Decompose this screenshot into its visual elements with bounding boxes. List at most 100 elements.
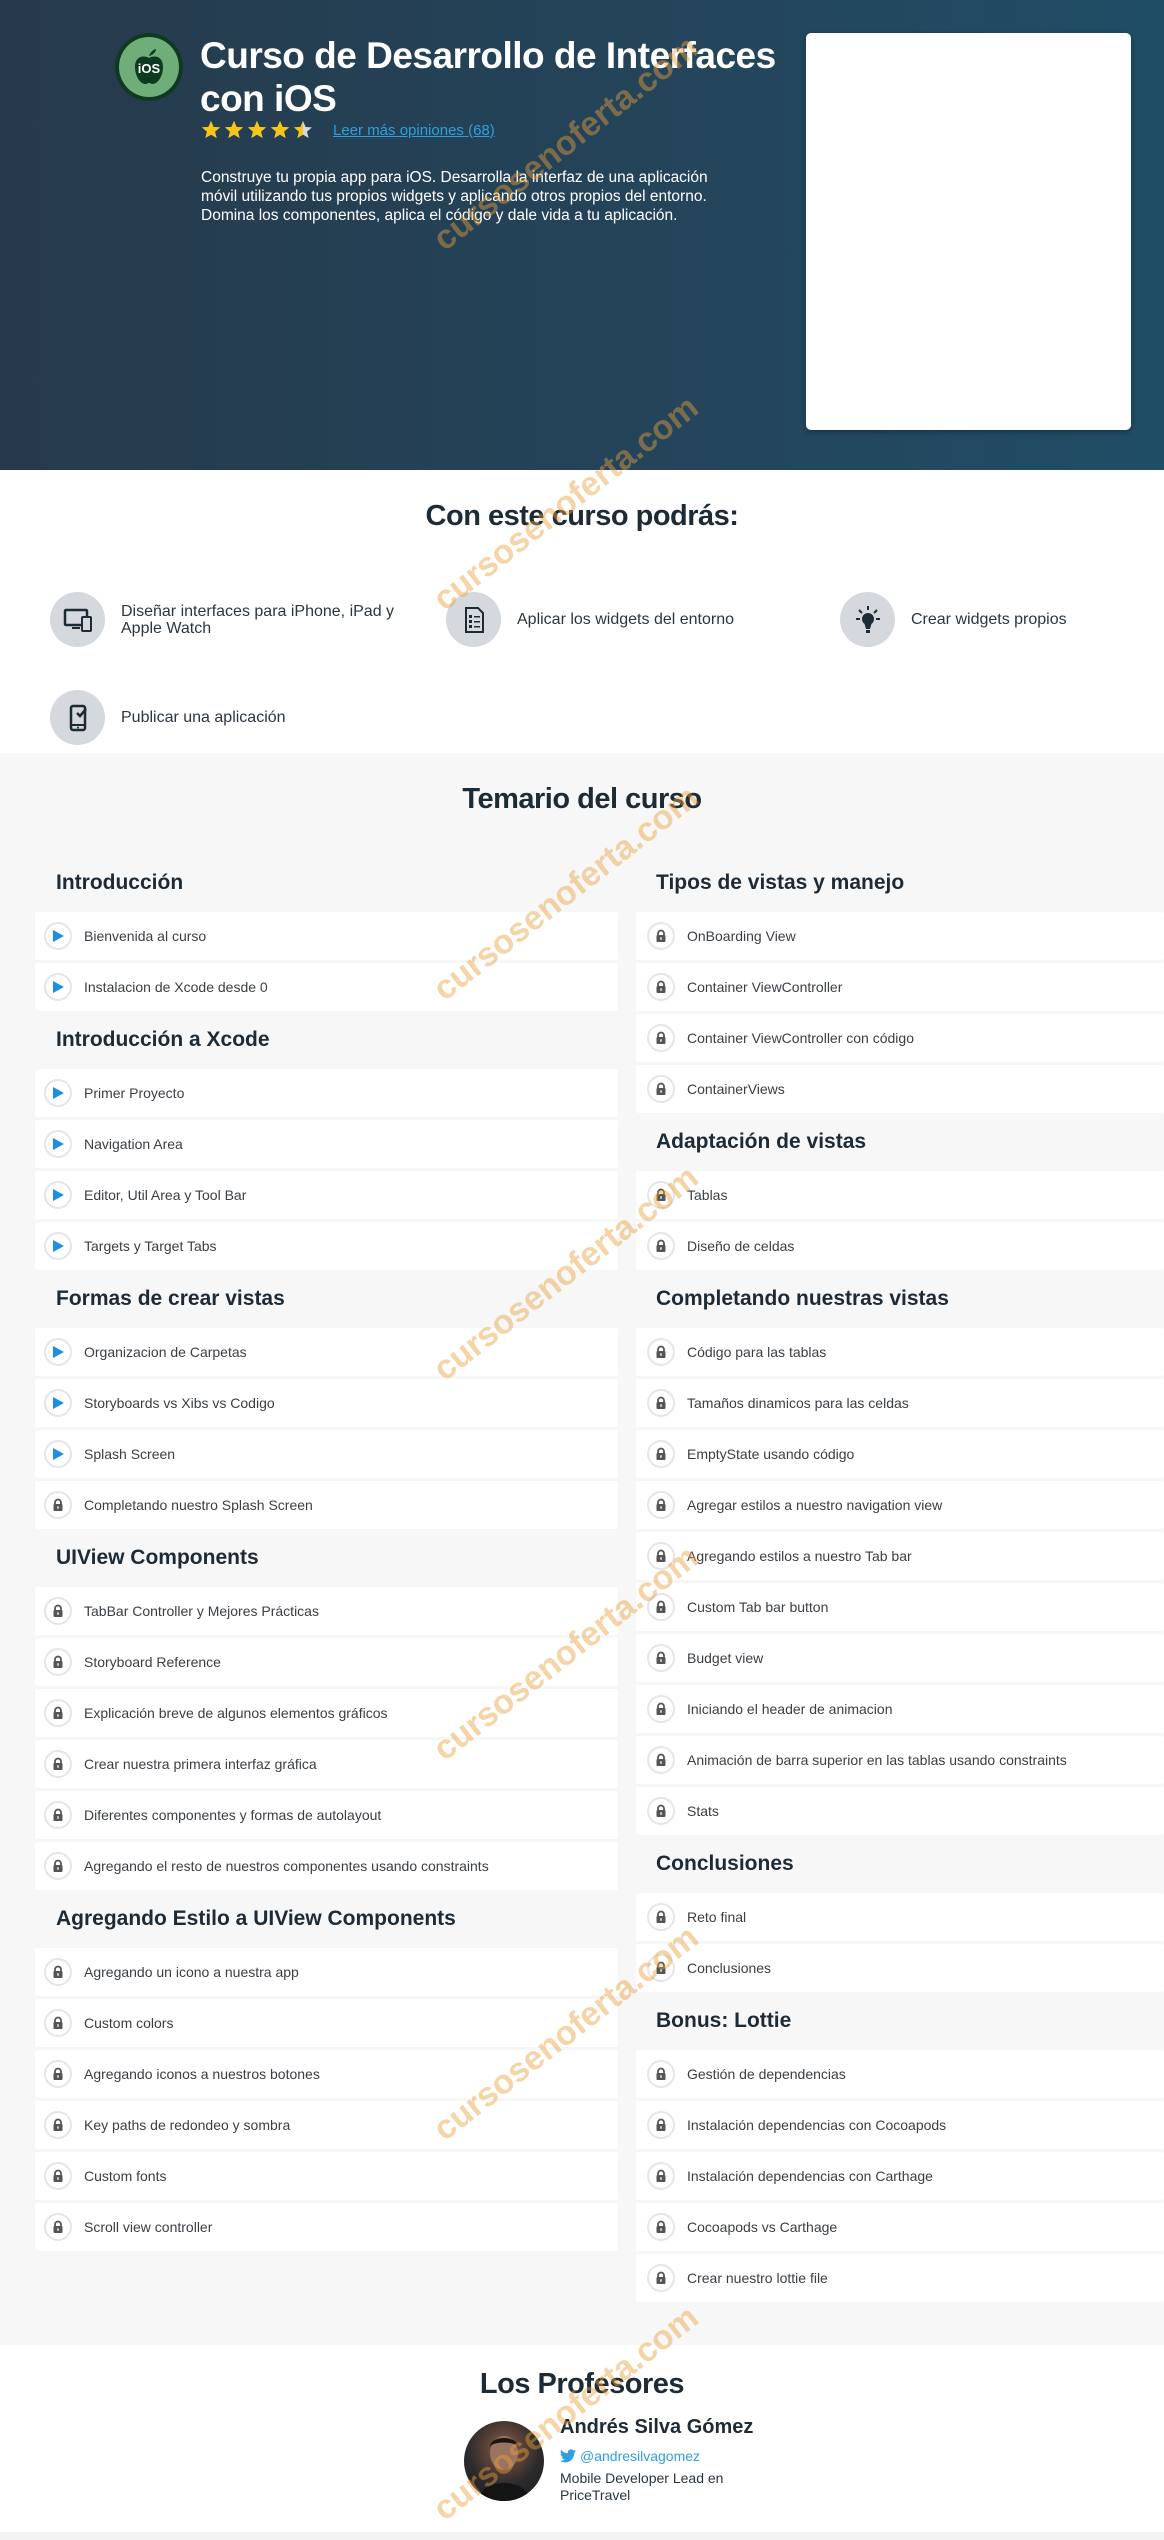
lesson-label: OnBoarding View	[687, 928, 796, 944]
lesson-row[interactable]: Targets y Target Tabs	[35, 1222, 618, 1270]
syllabus-module: Conclusiones Reto final Conclusiones	[636, 1850, 1164, 1992]
lesson-row[interactable]: Tamaños dinamicos para las celdas	[636, 1379, 1164, 1427]
lesson-label: Iniciando el header de animacion	[687, 1701, 893, 1717]
syllabus-section: Temario del curso Introducción Bienvenida…	[0, 753, 1164, 2345]
benefit-label: Crear widgets propios	[911, 611, 1067, 628]
lock-icon	[656, 1910, 666, 1923]
play-button-icon	[44, 1440, 72, 1468]
play-button-icon	[44, 922, 72, 950]
lesson-row[interactable]: Storyboard Reference	[35, 1638, 618, 1686]
lesson-row[interactable]: Agregando iconos a nuestros botones	[35, 2050, 618, 2098]
professors-title: Los Profesores	[479, 2368, 685, 2400]
lesson-label: Tablas	[687, 1187, 728, 1203]
lesson-row[interactable]: Código para las tablas	[636, 1328, 1164, 1376]
lesson-label: Explicación breve de algunos elementos g…	[84, 1705, 388, 1721]
play-button-icon	[44, 1079, 72, 1107]
professor-avatar	[464, 2421, 544, 2501]
lock-icon	[656, 2220, 666, 2233]
lock-icon	[656, 2067, 666, 2080]
locked-icon	[647, 1491, 675, 1519]
lesson-row[interactable]: Instalación dependencias con Cocoapods	[636, 2101, 1164, 2149]
lesson-row[interactable]: Primer Proyecto	[35, 1069, 618, 1117]
lesson-row[interactable]: Diferentes componentes y formas de autol…	[35, 1791, 618, 1839]
lesson-row[interactable]: Custom Tab bar button	[636, 1583, 1164, 1631]
lock-icon	[53, 1655, 63, 1668]
lesson-label: Reto final	[687, 1909, 747, 1925]
syllabus-module: Introducción a Xcode Primer Proyecto Navig…	[35, 1026, 618, 1270]
read-reviews-link[interactable]: Leer más opiniones (68)	[333, 122, 495, 139]
lesson-row[interactable]: OnBoarding View	[636, 912, 1164, 960]
lesson-row[interactable]: Crear nuestra primera interfaz gráfica	[35, 1740, 618, 1788]
lesson-row[interactable]: Instalacion de Xcode desde 0	[35, 963, 618, 1011]
play-button-icon	[44, 1232, 72, 1260]
syllabus-module: Introducción Bienvenida al curso Instalaci…	[35, 869, 618, 1011]
lesson-row[interactable]: Custom fonts	[35, 2152, 618, 2200]
locked-icon	[647, 1232, 675, 1260]
lesson-row[interactable]: Instalación dependencias con Carthage	[636, 2152, 1164, 2200]
play-icon	[53, 930, 64, 942]
lesson-row[interactable]: Agregando un icono a nuestra app	[35, 1948, 618, 1996]
lesson-row[interactable]: ContainerViews	[636, 1065, 1164, 1113]
play-icon	[53, 981, 64, 993]
lesson-row[interactable]: Cocoapods vs Carthage	[636, 2203, 1164, 2251]
lesson-row[interactable]: Editor, Util Area y Tool Bar	[35, 1171, 618, 1219]
module-title: Bonus: Lottie	[656, 2009, 792, 2032]
lesson-row[interactable]: Agregar estilos a nuestro navigation vie…	[636, 1481, 1164, 1529]
lesson-row[interactable]: Splash Screen	[35, 1430, 618, 1478]
lesson-row[interactable]: Container ViewController con código	[636, 1014, 1164, 1062]
benefit-item: Diseñar interfaces para iPhone, iPad y A…	[50, 592, 401, 647]
lock-icon	[656, 1651, 666, 1664]
lesson-row[interactable]: Completando nuestro Splash Screen	[35, 1481, 618, 1529]
lesson-row[interactable]: TabBar Controller y Mejores Prácticas	[35, 1587, 618, 1635]
lesson-row[interactable]: Conclusiones	[636, 1944, 1164, 1992]
lesson-label: Código para las tablas	[687, 1344, 827, 1360]
lesson-label: Targets y Target Tabs	[84, 1238, 217, 1254]
lesson-row[interactable]: Navigation Area	[35, 1120, 618, 1168]
lesson-label: Organizacion de Carpetas	[84, 1344, 247, 1360]
checklist-icon	[446, 592, 501, 647]
lesson-row[interactable]: Scroll view controller	[35, 2203, 618, 2251]
lesson-row[interactable]: Container ViewController	[636, 963, 1164, 1011]
lesson-label: Container ViewController con código	[687, 1030, 914, 1046]
lesson-row[interactable]: Agregando el resto de nuestros component…	[35, 1842, 618, 1890]
lesson-row[interactable]: Organizacion de Carpetas	[35, 1328, 618, 1376]
locked-icon	[647, 1338, 675, 1366]
lesson-row[interactable]: Iniciando el header de animacion	[636, 1685, 1164, 1733]
twitter-icon	[560, 2449, 576, 2463]
star-full-icon	[202, 121, 220, 138]
lesson-label: Custom Tab bar button	[687, 1599, 829, 1615]
lesson-label: Custom colors	[84, 2015, 174, 2031]
phone-check-icon	[50, 690, 105, 745]
lock-icon	[656, 1549, 666, 1562]
lesson-row[interactable]: Key paths de redondeo y sombra	[35, 2101, 618, 2149]
lesson-row[interactable]: Agregando estilos a nuestro Tab bar	[636, 1532, 1164, 1580]
lesson-label: Storyboards vs Xibs vs Codigo	[84, 1395, 275, 1411]
twitter-handle: @andresilvagomez	[580, 2448, 701, 2464]
lesson-label: Splash Screen	[84, 1446, 176, 1462]
lesson-row[interactable]: Storyboards vs Xibs vs Codigo	[35, 1379, 618, 1427]
lesson-row[interactable]: Diseño de celdas	[636, 1222, 1164, 1270]
locked-icon	[44, 1801, 72, 1829]
lesson-label: Gestión de dependencias	[687, 2066, 846, 2082]
syllabus-module: Formas de crear vistas Organizacion de Ca…	[35, 1285, 618, 1529]
lesson-row[interactable]: Budget view	[636, 1634, 1164, 1682]
locked-icon	[647, 1075, 675, 1103]
lesson-row[interactable]: Gestión de dependencias	[636, 2050, 1164, 2098]
benefit-label: Aplicar los widgets del entorno	[517, 611, 735, 628]
lesson-row[interactable]: Stats	[636, 1787, 1164, 1835]
lesson-label: Agregando el resto de nuestros component…	[84, 1858, 489, 1874]
lesson-row[interactable]: Custom colors	[35, 1999, 618, 2047]
lesson-row[interactable]: Animación de barra superior en las tabla…	[636, 1736, 1164, 1784]
lesson-row[interactable]: EmptyState usando código	[636, 1430, 1164, 1478]
lesson-row[interactable]: Explicación breve de algunos elementos g…	[35, 1689, 618, 1737]
lock-icon	[656, 1239, 666, 1252]
lesson-row[interactable]: Bienvenida al curso	[35, 912, 618, 960]
lesson-row[interactable]: Tablas	[636, 1171, 1164, 1219]
lock-icon	[53, 1859, 63, 1872]
locked-icon	[647, 1746, 675, 1774]
professor-twitter-link[interactable]: @andresilvagomez	[560, 2448, 700, 2464]
lock-icon	[656, 980, 666, 993]
syllabus-module: Bonus: Lottie Gestión de dependencias Inst…	[636, 2007, 1164, 2302]
lesson-row[interactable]: Crear nuestro lottie file	[636, 2254, 1164, 2302]
lesson-row[interactable]: Reto final	[636, 1893, 1164, 1941]
